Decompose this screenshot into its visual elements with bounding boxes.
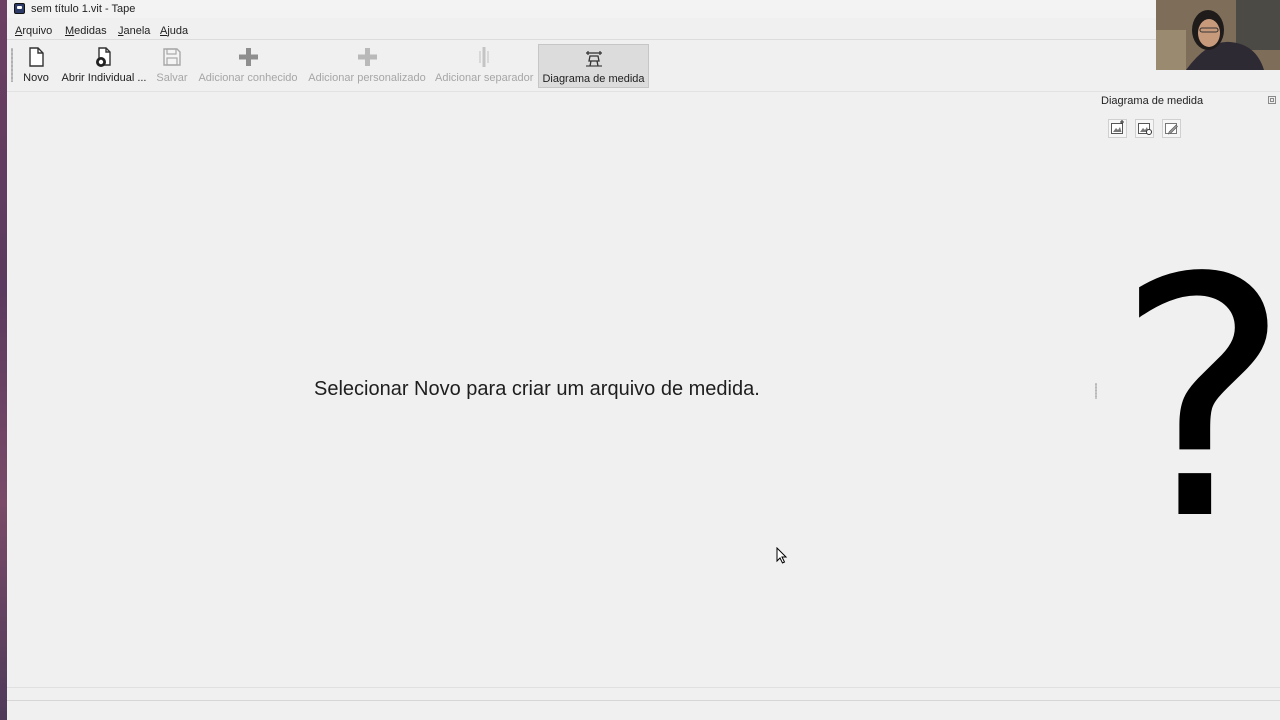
webcam-overlay (1156, 0, 1280, 70)
zoom-in-diagram-button[interactable] (1108, 119, 1127, 138)
app-icon (14, 3, 25, 14)
window-title: sem título 1.vit - Tape (31, 3, 136, 15)
menu-ajuda[interactable]: Ajuda (160, 22, 188, 40)
new-file-icon (29, 47, 44, 67)
menu-arquivo[interactable]: Arquivo (15, 22, 52, 40)
dock-title: Diagrama de medida (1101, 95, 1204, 107)
menu-toolbar-divider (7, 39, 1280, 40)
open-individual-icon (96, 47, 111, 67)
save-button[interactable]: Salvar (155, 44, 189, 88)
edit-diagram-button[interactable] (1162, 119, 1181, 138)
add-custom-button[interactable]: Adicionar personalizado (307, 44, 427, 88)
plus-icon (239, 48, 258, 66)
image-edit-icon (1165, 123, 1178, 135)
open-individual-button[interactable]: Abrir Individual ... (61, 44, 147, 88)
menu-janela[interactable]: Janela (118, 22, 150, 40)
dock-float-icon[interactable] (1268, 96, 1276, 104)
title-bar: sem título 1.vit - Tape (7, 0, 1280, 18)
tape-window: sem título 1.vit - Tape Arquivo Medidas … (7, 0, 1280, 720)
mouse-cursor-icon (776, 547, 788, 564)
separator-icon (479, 47, 489, 67)
empty-state-message: Selecionar Novo para criar um arquivo de… (314, 378, 760, 400)
measurement-diagram-icon (585, 51, 602, 67)
new-button[interactable]: Novo (19, 44, 53, 88)
image-add-icon (1111, 120, 1124, 134)
status-bar (7, 700, 1280, 701)
plus-icon (358, 48, 377, 66)
image-remove-icon (1138, 123, 1152, 135)
add-known-button[interactable]: Adicionar conhecido (197, 44, 299, 88)
zoom-out-diagram-button[interactable] (1135, 119, 1154, 138)
desktop-edge (0, 0, 7, 720)
question-mark-diagram: ? (1119, 224, 1280, 592)
diagram-glyph: ? (1119, 224, 1280, 592)
menu-medidas[interactable]: Medidas (65, 22, 107, 40)
save-icon (163, 48, 181, 66)
status-bar-top (7, 687, 1280, 688)
add-separator-button[interactable]: Adicionar separador (435, 44, 533, 88)
measurement-diagram-button[interactable]: Diagrama de medida (538, 44, 649, 88)
toolbar-divider (7, 91, 1280, 92)
dock-splitter[interactable] (1095, 383, 1097, 399)
presenter-video (1156, 0, 1280, 70)
toolbar-grip[interactable] (11, 48, 13, 82)
